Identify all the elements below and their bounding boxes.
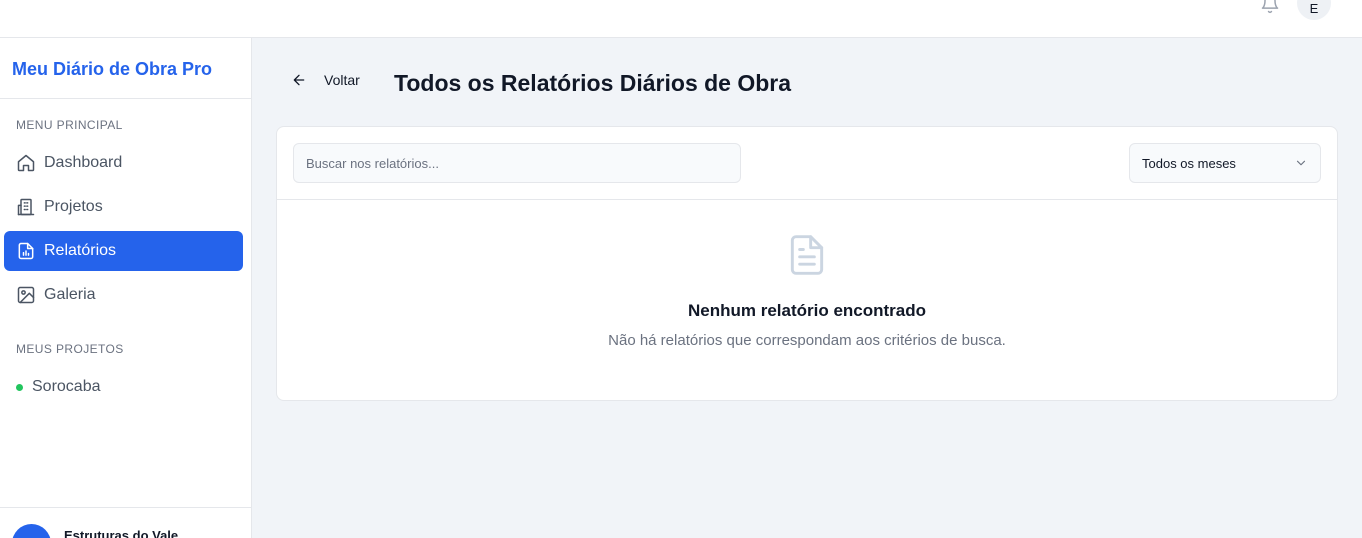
divider — [0, 98, 251, 99]
user-name: Estruturas do Vale — [64, 528, 179, 538]
report-icon — [18, 242, 34, 260]
arrow-left-icon — [293, 74, 305, 86]
empty-state-message: Não há relatórios que correspondam aos c… — [608, 332, 1006, 349]
sidebar-item-projetos[interactable]: Projetos — [4, 187, 243, 227]
avatar — [12, 524, 51, 538]
page-title: Todos os Relatórios Diários de Obra — [394, 70, 792, 96]
sidebar-item-dashboard[interactable]: Dashboard — [4, 143, 243, 183]
search-input[interactable] — [293, 143, 741, 183]
reports-card: Todos os meses Nenhum relatório encontra… — [276, 126, 1338, 401]
projects-section-label: MEUS PROJETOS — [16, 342, 124, 356]
top-bar: E — [0, 0, 1362, 38]
empty-state-title: Nenhum relatório encontrado — [687, 301, 927, 320]
back-button[interactable]: Voltar — [291, 72, 360, 88]
sidebar-project-sorocaba[interactable]: Sorocaba — [16, 378, 101, 396]
sidebar-item-relatorios[interactable]: Relatórios — [4, 231, 243, 271]
image-icon — [17, 286, 35, 304]
chevron-icon — [203, 534, 217, 538]
sidebar: Meu Diário de Obra Pro MENU PRINCIPAL Da… — [0, 38, 252, 538]
project-label: Sorocaba — [32, 378, 101, 395]
bell-icon[interactable] — [1260, 0, 1280, 14]
sidebar-item-label: Galeria — [44, 286, 96, 303]
sidebar-item-label: Projetos — [44, 198, 103, 215]
filter-bar: Todos os meses — [277, 127, 1337, 200]
sidebar-item-label: Dashboard — [44, 154, 123, 171]
sidebar-item-galeria[interactable]: Galeria — [4, 275, 243, 315]
month-select[interactable]: Todos os meses — [1129, 143, 1321, 183]
building-icon — [17, 198, 35, 216]
sidebar-item-label: Relatórios — [44, 242, 117, 259]
user-avatar-button[interactable]: E — [1297, 0, 1331, 20]
month-select-value: Todos os meses — [1142, 155, 1236, 171]
sidebar-footer[interactable]: Estruturas do Vale — [0, 507, 251, 538]
user-initial: E — [1309, 0, 1319, 16]
home-icon — [17, 154, 35, 172]
status-dot — [16, 383, 23, 391]
brand-title[interactable]: Meu Diário de Obra Pro — [12, 59, 212, 80]
document-icon — [790, 235, 824, 275]
menu-section-label: MENU PRINCIPAL — [16, 118, 123, 132]
back-label: Voltar — [324, 72, 360, 88]
chevron-down-icon — [1296, 160, 1306, 166]
